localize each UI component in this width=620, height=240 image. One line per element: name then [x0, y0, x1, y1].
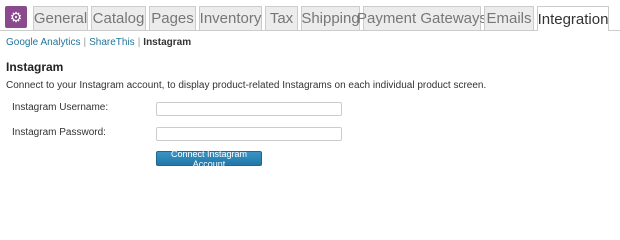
connect-instagram-button[interactable]: Connect Instagram Account [156, 149, 262, 169]
subnav-instagram-current: Instagram [143, 37, 192, 48]
gear-glyph: ⚙ [9, 9, 23, 25]
tab-pages[interactable]: Pages [149, 6, 196, 30]
tab-label: Emails [486, 10, 532, 27]
section-description: Connect to your Instagram account, to di… [6, 80, 487, 91]
integration-subnav: Google Analytics | ShareThis | Instagram [6, 37, 191, 48]
tab-shipping[interactable]: Shipping [301, 6, 360, 30]
tab-integration[interactable]: Integration [537, 6, 609, 31]
username-input[interactable] [156, 102, 342, 116]
section-title: Instagram [6, 60, 64, 74]
tab-payment-gateways[interactable]: Payment Gateways [357, 6, 487, 30]
subnav-separator: | [83, 37, 87, 48]
tab-catalog[interactable]: Catalog [91, 6, 146, 30]
tab-label: Pages [151, 10, 194, 27]
tab-label: Catalog [92, 10, 145, 27]
tab-label: Inventory [199, 10, 262, 27]
tab-general[interactable]: General [33, 6, 88, 30]
tab-tax[interactable]: Tax [265, 6, 298, 30]
tab-label: Tax [269, 10, 294, 27]
tab-label: Payment Gateways [356, 10, 488, 27]
password-input[interactable] [156, 127, 342, 141]
subnav-google-analytics[interactable]: Google Analytics [6, 37, 81, 48]
gear-icon[interactable]: ⚙ [5, 6, 27, 28]
username-label: Instagram Username: [12, 102, 109, 113]
tab-label: Integration [537, 10, 609, 28]
subnav-sharethis[interactable]: ShareThis [89, 37, 135, 48]
tab-inventory[interactable]: Inventory [199, 6, 262, 30]
settings-page: ⚙ General Catalog Pages Inventory Tax Sh… [0, 0, 620, 217]
tab-label: General [33, 10, 88, 27]
password-label: Instagram Password: [12, 127, 106, 138]
settings-tab-bar: ⚙ General Catalog Pages Inventory Tax Sh… [0, 0, 620, 31]
tab-label: Shipping [301, 10, 360, 27]
tab-emails[interactable]: Emails [484, 6, 534, 30]
subnav-separator: | [137, 37, 141, 48]
